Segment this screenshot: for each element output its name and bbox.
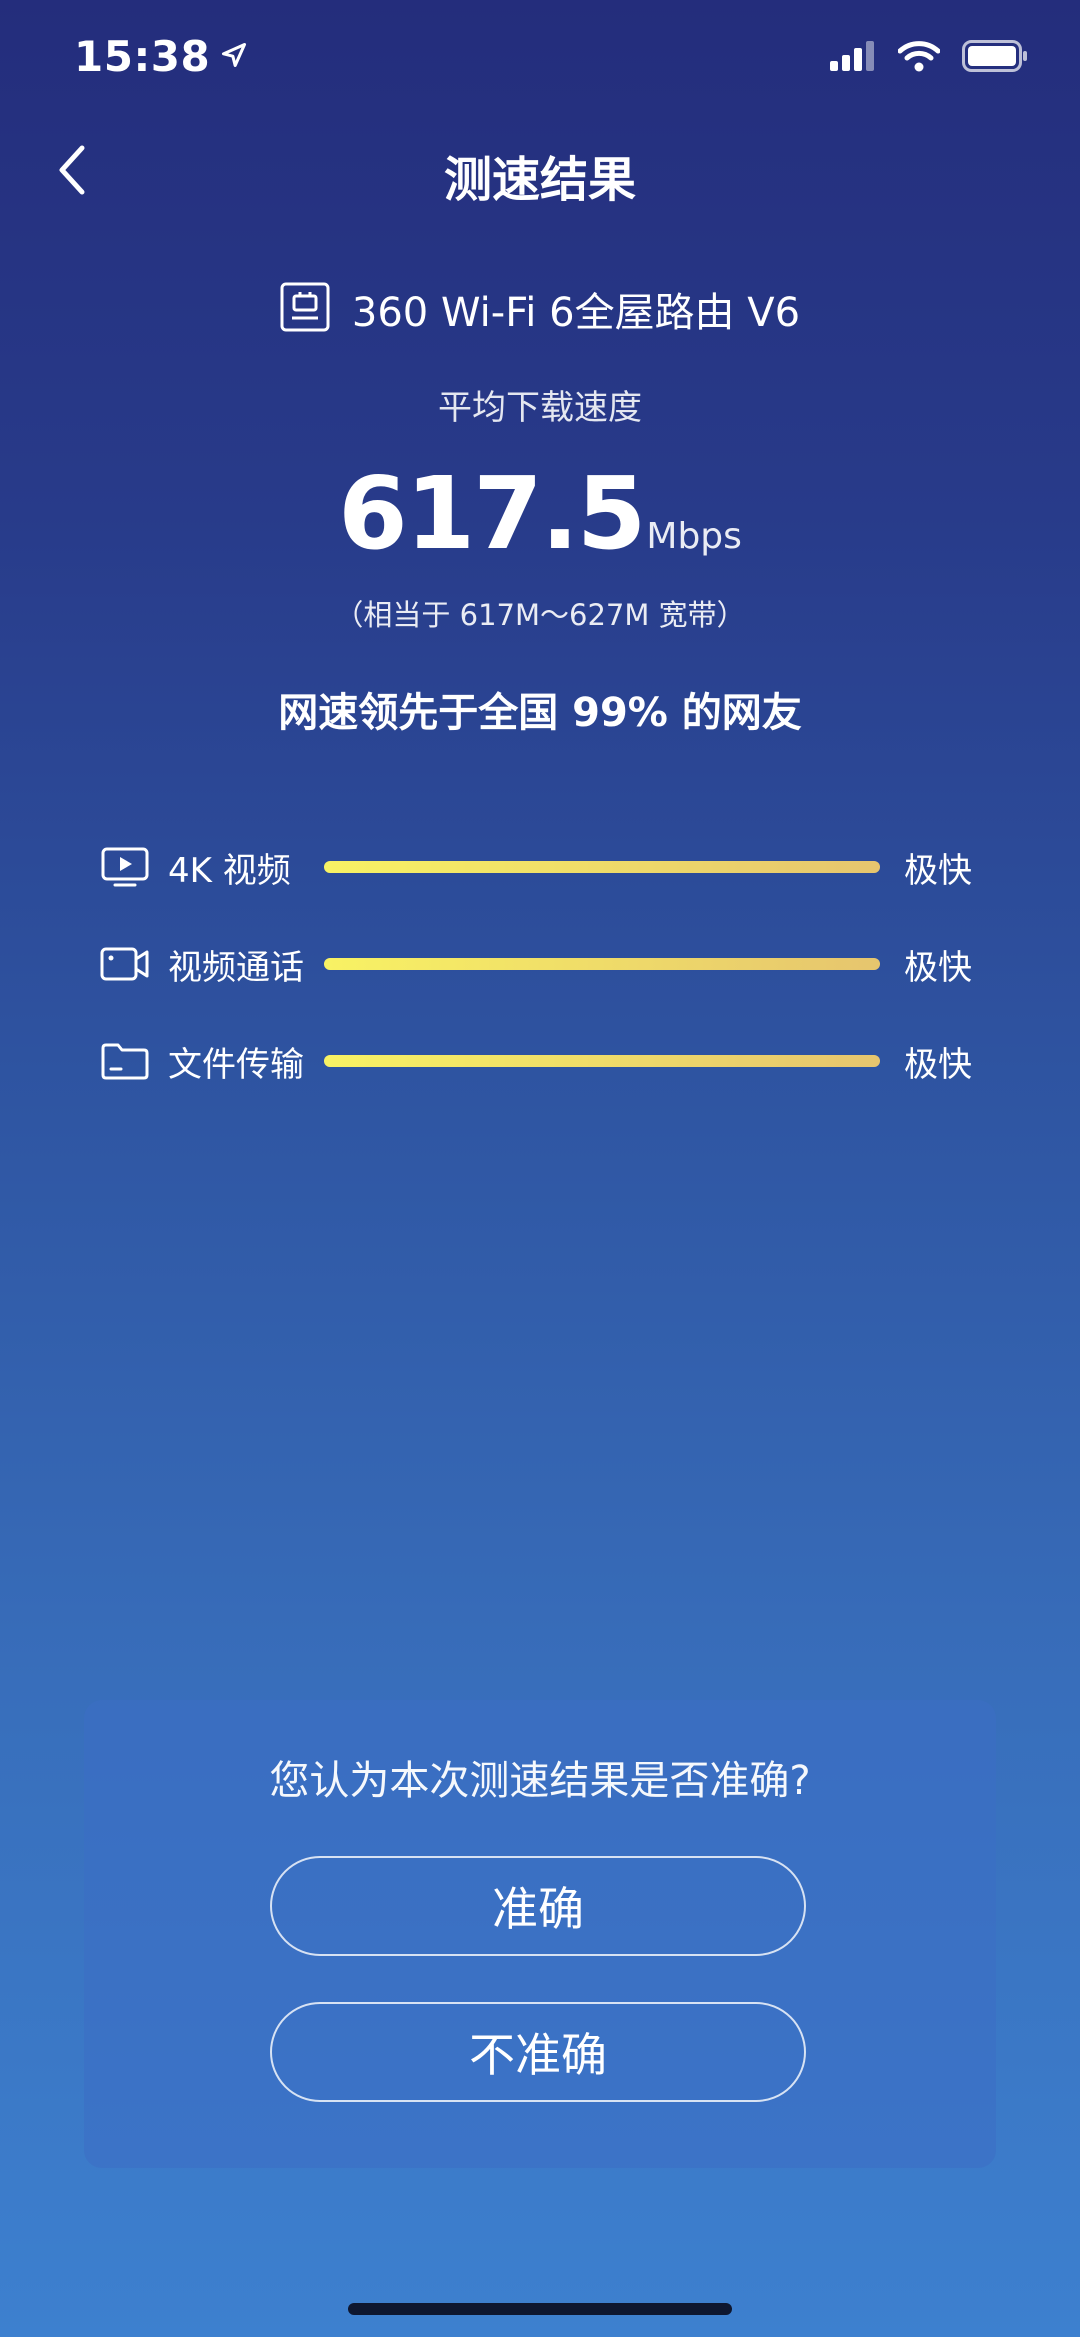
- accurate-button[interactable]: 准确: [270, 1856, 806, 1956]
- video-camera-icon: [100, 942, 150, 986]
- tv-icon: [100, 845, 150, 889]
- metric-bar: [324, 1055, 880, 1067]
- metric-level: 极快: [904, 850, 972, 891]
- metric-bar-fill: [324, 861, 880, 873]
- home-indicator: [348, 2303, 732, 2315]
- metric-level: 极快: [904, 947, 972, 988]
- metric-level: 极快: [904, 1044, 972, 1085]
- page-title: 测速结果: [443, 152, 636, 208]
- folder-icon: [100, 1039, 150, 1083]
- status-icons: [830, 40, 1028, 76]
- metric-label: 文件传输: [168, 1044, 304, 1085]
- inaccurate-button[interactable]: 不准确: [270, 2002, 806, 2102]
- ranking-text: 网速领先于全国 99% 的网友: [278, 690, 802, 736]
- device-name: 360 Wi-Fi 6全屋路由 V6: [351, 290, 801, 336]
- device-row: 360 Wi-Fi 6全屋路由 V6: [0, 280, 1080, 338]
- metric-label: 视频通话: [168, 947, 304, 988]
- bandwidth-equivalent: （相当于 617M～627M 宽带）: [334, 598, 746, 632]
- cellular-signal-icon: [830, 41, 876, 75]
- status-time-text: 15:38: [74, 32, 211, 81]
- metric-row-4k-video: 4K 视频 极快: [100, 837, 990, 897]
- metric-row-file-transfer: 文件传输 极快: [100, 1031, 990, 1091]
- feedback-question: 您认为本次测速结果是否准确?: [269, 1758, 811, 1804]
- metric-label: 4K 视频: [168, 850, 291, 891]
- metric-bar-fill: [324, 1055, 880, 1067]
- avg-download-label: 平均下载速度: [438, 388, 642, 428]
- battery-icon: [962, 40, 1028, 76]
- speed-readout: 617.5Mbps: [0, 455, 1080, 572]
- feedback-card: 您认为本次测速结果是否准确? 准确 不准确: [84, 1700, 996, 2168]
- location-arrow-icon: [220, 30, 248, 79]
- metric-bar: [324, 861, 880, 873]
- status-time: 15:38: [74, 30, 248, 81]
- router-icon: [280, 282, 330, 336]
- metric-bar-fill: [324, 958, 880, 970]
- wifi-icon: [897, 40, 941, 76]
- speed-unit: Mbps: [646, 516, 742, 557]
- speed-value: 617.5: [338, 455, 646, 572]
- metric-row-video-call: 视频通话 极快: [100, 934, 990, 994]
- metric-bar: [324, 958, 880, 970]
